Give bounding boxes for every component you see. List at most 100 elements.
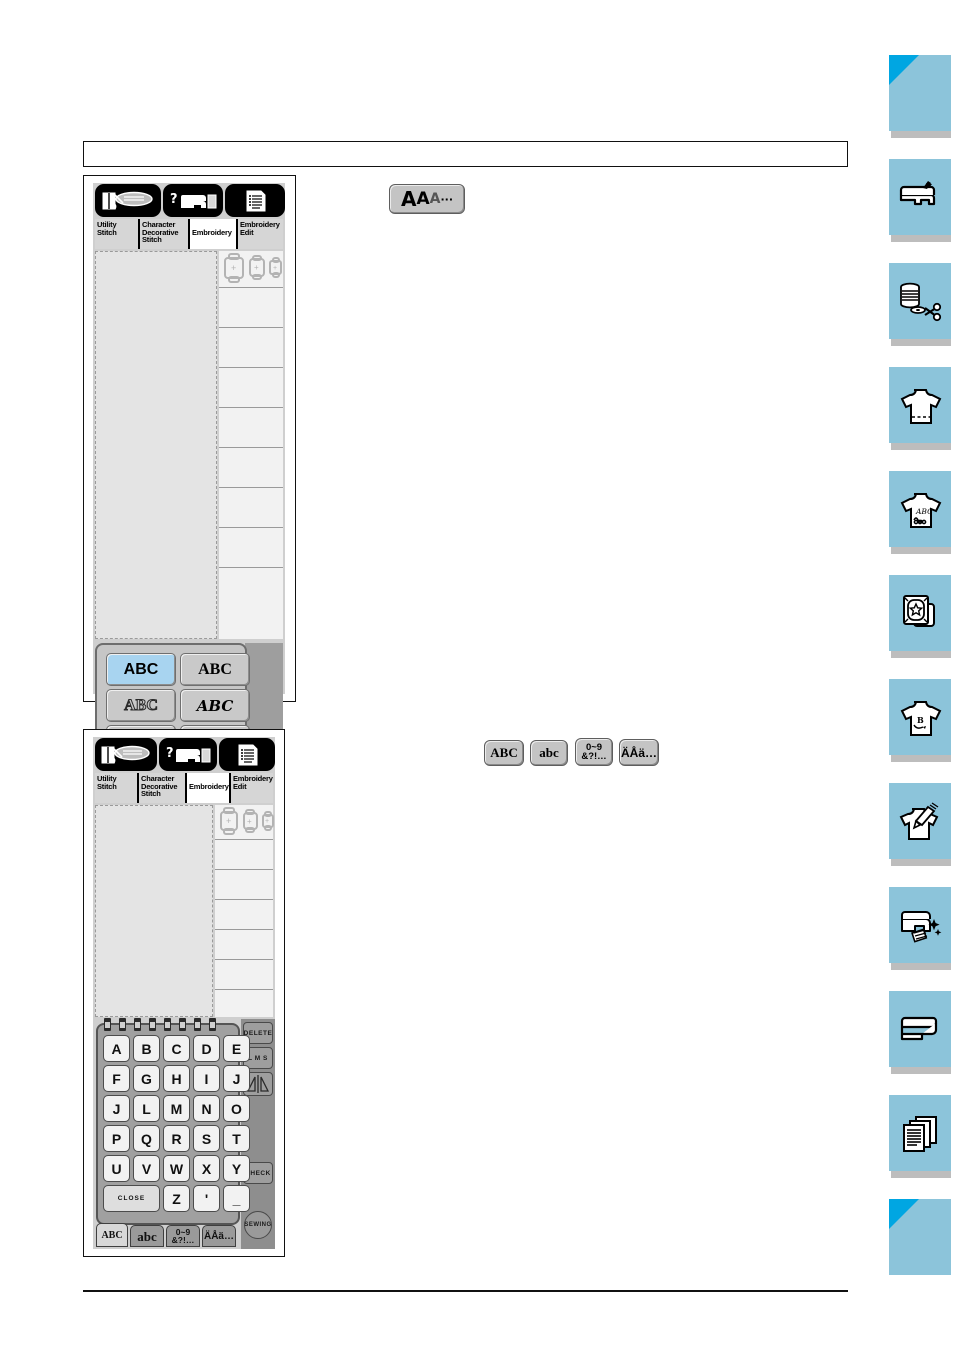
manual-button[interactable] xyxy=(95,184,161,217)
rail-row[interactable] xyxy=(215,839,273,870)
key-d[interactable]: D xyxy=(193,1035,220,1062)
sidebar-item-sewing-machine[interactable] xyxy=(889,159,951,242)
hoop-medium-icon: + xyxy=(243,808,258,833)
sidebar-item-utility-stitch[interactable] xyxy=(889,367,951,450)
tab-numeric[interactable]: 0~9 &?!… xyxy=(166,1225,200,1247)
rail-row[interactable] xyxy=(215,989,273,1018)
rail-row[interactable] xyxy=(219,327,283,368)
rail-row[interactable] xyxy=(219,407,283,448)
rail-row[interactable] xyxy=(219,567,283,608)
sidebar-item-index[interactable] xyxy=(889,1095,951,1178)
key-l[interactable]: L xyxy=(133,1095,160,1122)
callout-tab-uppercase[interactable]: ABC xyxy=(484,740,524,766)
sidebar-item-embroidery-card[interactable] xyxy=(889,575,951,658)
key-m[interactable]: M xyxy=(163,1095,190,1122)
rail-row[interactable] xyxy=(219,367,283,408)
tab-shadow xyxy=(891,963,951,970)
font-button-script[interactable]: ABC xyxy=(180,689,250,722)
sidebar-item-embroidery-edit[interactable] xyxy=(889,783,951,866)
rail-row[interactable] xyxy=(219,287,283,328)
key-z[interactable]: Z xyxy=(163,1185,190,1212)
tab-accented[interactable]: ÄÅä… xyxy=(202,1225,236,1247)
key-o[interactable]: O xyxy=(223,1095,250,1122)
key-i[interactable]: I xyxy=(193,1065,220,1092)
font-button-outline[interactable]: ABC xyxy=(106,689,176,722)
tab-utility-stitch[interactable]: Utility Stitch xyxy=(95,219,140,249)
settings-button[interactable] xyxy=(225,184,285,217)
documents-icon xyxy=(889,1095,951,1171)
key-p[interactable]: P xyxy=(103,1125,130,1152)
design-canvas[interactable] xyxy=(95,805,213,1017)
font-button-serif[interactable]: ABC xyxy=(180,653,250,686)
callout-tab-lowercase[interactable]: abc xyxy=(530,740,568,766)
key-e[interactable]: E xyxy=(223,1035,250,1062)
close-button[interactable]: CLOSE xyxy=(103,1185,160,1212)
key-underscore[interactable]: _ xyxy=(223,1185,250,1212)
tab-character-decorative-stitch[interactable]: Character Decorative Stitch xyxy=(139,773,187,803)
binding-ring xyxy=(134,1018,141,1031)
key-v[interactable]: V xyxy=(133,1155,160,1182)
sidebar-item-cover[interactable] xyxy=(889,55,951,138)
rail-row[interactable] xyxy=(215,899,273,930)
key-x[interactable]: X xyxy=(193,1155,220,1182)
svg-text:ABC: ABC xyxy=(915,507,933,516)
key-g[interactable]: G xyxy=(133,1065,160,1092)
font-button-sans[interactable]: ABC xyxy=(106,653,176,686)
svg-text:+: + xyxy=(273,265,277,272)
rail-row[interactable] xyxy=(215,869,273,900)
card-star-icon xyxy=(889,575,951,651)
sidebar-item-character-stitch[interactable]: ABC xyxy=(889,471,951,554)
sidebar-item-embroidery[interactable]: B xyxy=(889,679,951,762)
tab-character-decorative-stitch[interactable]: Character Decorative Stitch xyxy=(140,219,190,249)
tab-utility-stitch[interactable]: Utility Stitch xyxy=(95,773,139,803)
key-a[interactable]: A xyxy=(103,1035,130,1062)
hoop-small-icon: + xyxy=(262,810,274,831)
shirt-monogram-icon: B xyxy=(889,679,951,755)
rail-row[interactable] xyxy=(219,487,283,528)
settings-button[interactable] xyxy=(219,738,275,771)
key-u[interactable]: U xyxy=(103,1155,130,1182)
rail-row[interactable] xyxy=(215,929,273,960)
tab-lowercase[interactable]: abc xyxy=(130,1225,164,1247)
sidebar-item-threads-notions[interactable] xyxy=(889,263,951,346)
callout-tab-numeric[interactable]: 0~9 &?!… xyxy=(575,738,613,766)
key-apostrophe[interactable]: ' xyxy=(193,1185,220,1212)
figure-character-keyboard: ? Utility Stitch Character Decorative St… xyxy=(83,729,285,1257)
key-f[interactable]: F xyxy=(103,1065,130,1092)
hoop-large-icon: + xyxy=(224,253,244,283)
key-n[interactable]: N xyxy=(193,1095,220,1122)
key-k[interactable]: J xyxy=(103,1095,130,1122)
sidebar-item-maintenance[interactable] xyxy=(889,887,951,970)
key-r[interactable]: R xyxy=(163,1125,190,1152)
rail-row[interactable] xyxy=(219,527,283,568)
sidebar-item-machine-basics[interactable] xyxy=(889,991,951,1074)
key-w[interactable]: W xyxy=(163,1155,190,1182)
design-canvas[interactable] xyxy=(95,251,217,639)
key-h[interactable]: H xyxy=(163,1065,190,1092)
tab-embroidery-edit[interactable]: Embroidery Edit xyxy=(231,773,273,803)
key-y[interactable]: Y xyxy=(223,1155,250,1182)
key-j[interactable]: J xyxy=(223,1065,250,1092)
key-c[interactable]: C xyxy=(163,1035,190,1062)
help-button[interactable]: ? xyxy=(159,738,217,771)
tab-embroidery-edit[interactable]: Embroidery Edit xyxy=(238,219,283,249)
callout-tab-accented[interactable]: ÄÅä… xyxy=(619,739,659,766)
help-button[interactable]: ? xyxy=(163,184,223,217)
sidebar-tab-strip: ABC B xyxy=(889,55,954,1300)
rail-row[interactable] xyxy=(219,447,283,488)
sidebar-item-back-cover[interactable] xyxy=(889,1199,951,1275)
key-q[interactable]: Q xyxy=(133,1125,160,1152)
key-b[interactable]: B xyxy=(133,1035,160,1062)
svg-text:+: + xyxy=(231,263,236,273)
tab-embroidery[interactable]: Embroidery xyxy=(190,219,238,249)
font-select-callout-button[interactable]: A A A ··· xyxy=(389,184,465,214)
sewing-button[interactable]: SEWING xyxy=(244,1211,272,1239)
tab-uppercase[interactable]: ABC xyxy=(96,1223,128,1247)
rail-row[interactable] xyxy=(215,959,273,990)
tab-embroidery[interactable]: Embroidery xyxy=(187,773,231,803)
machine-sparkle-icon xyxy=(889,887,951,963)
manual-button[interactable] xyxy=(95,738,157,771)
hoop-size-row: + + + xyxy=(222,253,284,283)
key-s[interactable]: S xyxy=(193,1125,220,1152)
key-t[interactable]: T xyxy=(223,1125,250,1152)
